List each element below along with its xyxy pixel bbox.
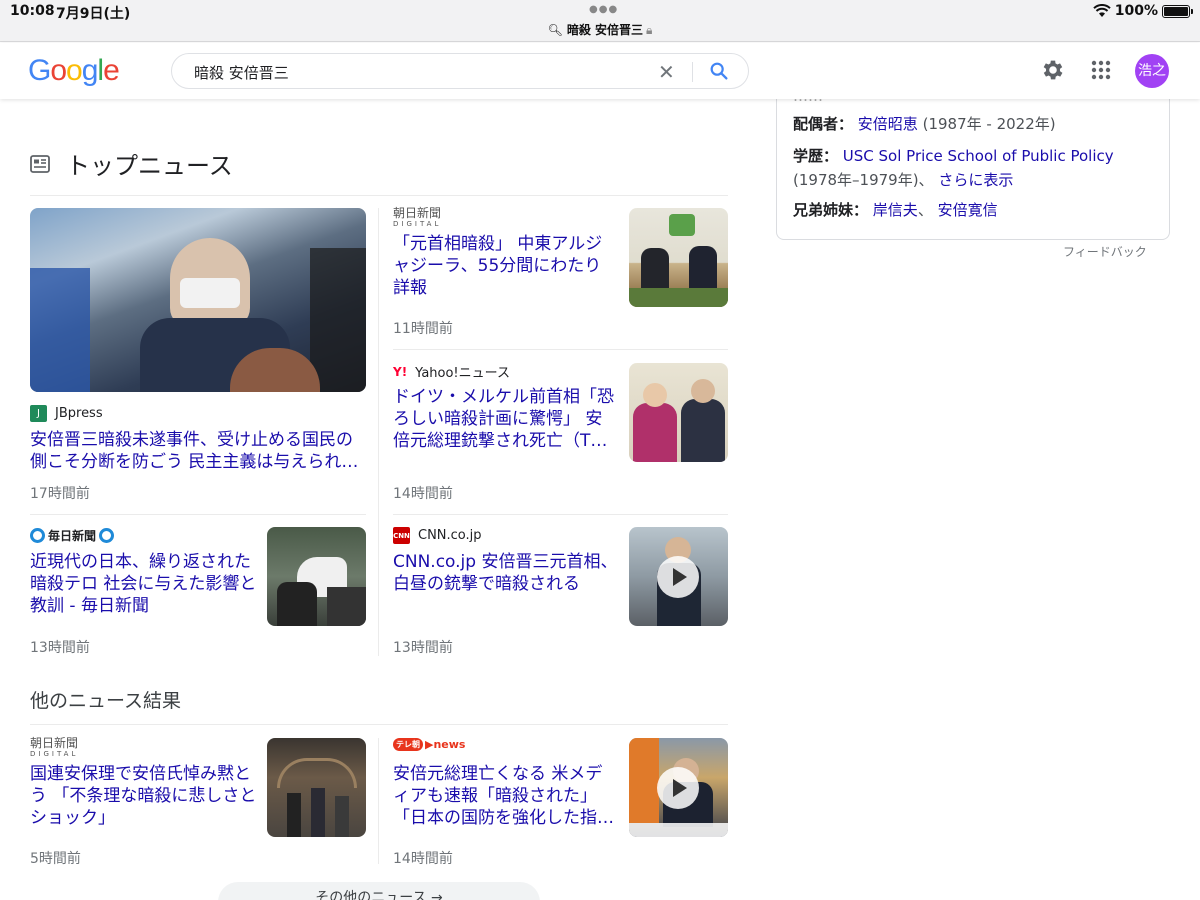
logo-letter: G	[28, 54, 51, 87]
article-4-source[interactable]: 毎日新聞	[30, 527, 115, 544]
kp-show-more-link[interactable]: さらに表示	[938, 171, 1013, 189]
asahi-digital-mark: DIGITAL	[30, 750, 79, 758]
kp-sibling-2-link[interactable]: 安倍寛信	[938, 201, 998, 219]
divider	[30, 195, 728, 196]
article-3-source-name: Yahoo!ニュース	[415, 366, 510, 381]
search-input[interactable]: 暗殺 安倍晋三	[194, 62, 289, 83]
kp-spouse-years: (1987年 - 2022年)	[922, 115, 1056, 133]
kp-sibling-1-link[interactable]: 岸信夫	[873, 201, 918, 219]
kp-education-row: 学歴： USC Sol Price School of Public Polic…	[793, 144, 1153, 192]
kp-spouse-link[interactable]: 安倍昭恵	[858, 115, 918, 133]
search-box[interactable]: 暗殺 安倍晋三 ✕	[171, 53, 749, 89]
kp-siblings-label: 兄弟姉妹：	[793, 201, 869, 219]
kp-sibling-separator: 、	[917, 201, 933, 219]
kp-education-label: 学歴：	[793, 147, 839, 165]
search-header: Google 暗殺 安倍晋三 ✕ 浩之	[0, 43, 1200, 99]
more-1-image[interactable]	[267, 738, 366, 837]
logo-letter: e	[103, 54, 120, 87]
kp-education-years: (1978年–1979年)、	[793, 171, 934, 189]
article-1-time: 17時間前	[30, 486, 90, 502]
tvasahi-logo-icon: テレ朝 ▶news	[393, 738, 465, 751]
apps-grid-icon[interactable]	[1090, 59, 1112, 81]
article-3-source[interactable]: Y! Yahoo!ニュース	[393, 362, 510, 382]
top-news-title: トップニュース	[66, 152, 233, 180]
kp-education-link[interactable]: USC Sol Price School of Public Policy	[843, 147, 1114, 165]
lock-icon: 🔒︎	[646, 23, 653, 37]
multitasking-dots-icon[interactable]: ●●●	[589, 4, 618, 15]
play-icon[interactable]	[657, 556, 699, 598]
jbpress-logo-icon: J	[30, 405, 47, 422]
settings-gear-icon[interactable]	[1040, 57, 1066, 83]
address-text: 暗殺 安倍晋三	[566, 23, 644, 37]
article-2-time: 11時間前	[393, 321, 453, 337]
article-4-time: 13時間前	[30, 640, 90, 656]
kp-siblings-row: 兄弟姉妹： 岸信夫、 安倍寛信	[793, 198, 1153, 222]
cnn-logo-icon: CNN	[393, 527, 410, 544]
article-2-image[interactable]	[629, 208, 728, 307]
more-1-time: 5時間前	[30, 851, 81, 867]
column-divider	[378, 208, 379, 656]
column-divider	[378, 738, 379, 864]
article-3-image[interactable]	[629, 363, 728, 462]
asahi-digital-mark: DIGITAL	[393, 220, 442, 228]
battery-icon	[1162, 4, 1193, 18]
top-news-heading: トップニュース	[30, 146, 233, 181]
article-1-headline[interactable]: 安倍晋三暗殺未遂事件、受け止める国民の側こそ分断を防ごう 民主主義は与えられ…	[30, 429, 366, 473]
logo-letter: g	[81, 54, 99, 87]
account-avatar[interactable]: 浩之	[1135, 54, 1169, 88]
more-2-headline[interactable]: 安倍元総理亡くなる 米メディアも速報「暗殺された」「日本の国防を強化した指…	[393, 763, 618, 829]
search-icon: 🔍︎	[547, 23, 563, 37]
divider	[30, 724, 728, 725]
status-right: 100%	[1093, 3, 1193, 19]
article-5-time: 13時間前	[393, 640, 453, 656]
asahi-logo-icon: 朝日新聞	[30, 736, 79, 750]
address-bar[interactable]: 🔍︎ 暗殺 安倍晋三 🔒︎	[0, 21, 1200, 38]
article-4-headline[interactable]: 近現代の日本、繰り返された暗殺テロ 社会に与えた影響と教訓 - 毎日新聞	[30, 551, 258, 617]
logo-letter: o	[50, 54, 67, 87]
status-time: 10:08	[10, 3, 55, 19]
article-5-source-name: CNN.co.jp	[418, 528, 482, 543]
article-4-image[interactable]	[267, 527, 366, 626]
divider	[30, 514, 366, 515]
article-5-headline[interactable]: CNN.co.jp 安倍晋三元首相、白昼の銃撃で暗殺される	[393, 551, 618, 595]
play-icon[interactable]	[657, 767, 699, 809]
more-2-source[interactable]: テレ朝 ▶news	[393, 738, 465, 751]
more-news-heading: 他のニュース結果	[30, 690, 182, 712]
battery-percent: 100%	[1114, 3, 1158, 19]
clear-icon[interactable]: ✕	[658, 60, 675, 84]
newspaper-icon	[30, 154, 50, 173]
status-date: 7月9日(土)	[56, 6, 131, 22]
more-2-video[interactable]	[629, 738, 728, 837]
article-5-source[interactable]: CNN CNN.co.jp	[393, 527, 482, 544]
more-1-source[interactable]: 朝日新聞 DIGITAL	[30, 736, 79, 759]
article-1-source[interactable]: J JBpress	[30, 405, 103, 422]
article-5-video[interactable]	[629, 527, 728, 626]
kp-spouse-label: 配偶者：	[793, 115, 854, 133]
wifi-icon	[1093, 4, 1111, 17]
logo-letter: o	[66, 54, 83, 87]
more-2-time: 14時間前	[393, 851, 453, 867]
article-2-headline[interactable]: 「元首相暗殺」 中東アルジャジーラ、55分間にわたり詳報	[393, 233, 618, 299]
feedback-link[interactable]: フィードバック	[1063, 243, 1147, 260]
search-divider	[692, 62, 693, 82]
status-bar: 10:08 7月9日(土) ●●● 🔍︎ 暗殺 安倍晋三 🔒︎ 100%	[0, 0, 1200, 42]
search-button-icon[interactable]	[708, 60, 730, 82]
google-logo[interactable]: Google	[28, 54, 120, 88]
divider	[393, 514, 728, 515]
article-3-time: 14時間前	[393, 486, 453, 502]
more-news-button[interactable]: その他のニュース →	[218, 882, 540, 900]
mainichi-logo-icon: 毎日新聞	[30, 527, 115, 544]
yahoo-logo-icon: Y!	[393, 364, 408, 379]
more-1-headline[interactable]: 国連安保理で安倍氏悼み黙とう 「不条理な暗殺に悲しさとショック」	[30, 763, 258, 829]
article-3-headline[interactable]: ドイツ・メルケル前首相「恐ろしい暗殺計画に驚愕」 安倍元総理銃撃され死亡（T…	[393, 386, 618, 452]
asahi-logo-icon: 朝日新聞	[393, 206, 442, 220]
article-1-source-name: JBpress	[55, 406, 103, 421]
divider	[393, 349, 728, 350]
kp-spouse-row: 配偶者： 安倍昭恵 (1987年 - 2022年)	[793, 112, 1153, 136]
article-2-source[interactable]: 朝日新聞 DIGITAL	[393, 206, 442, 229]
article-1-image[interactable]	[30, 208, 366, 392]
